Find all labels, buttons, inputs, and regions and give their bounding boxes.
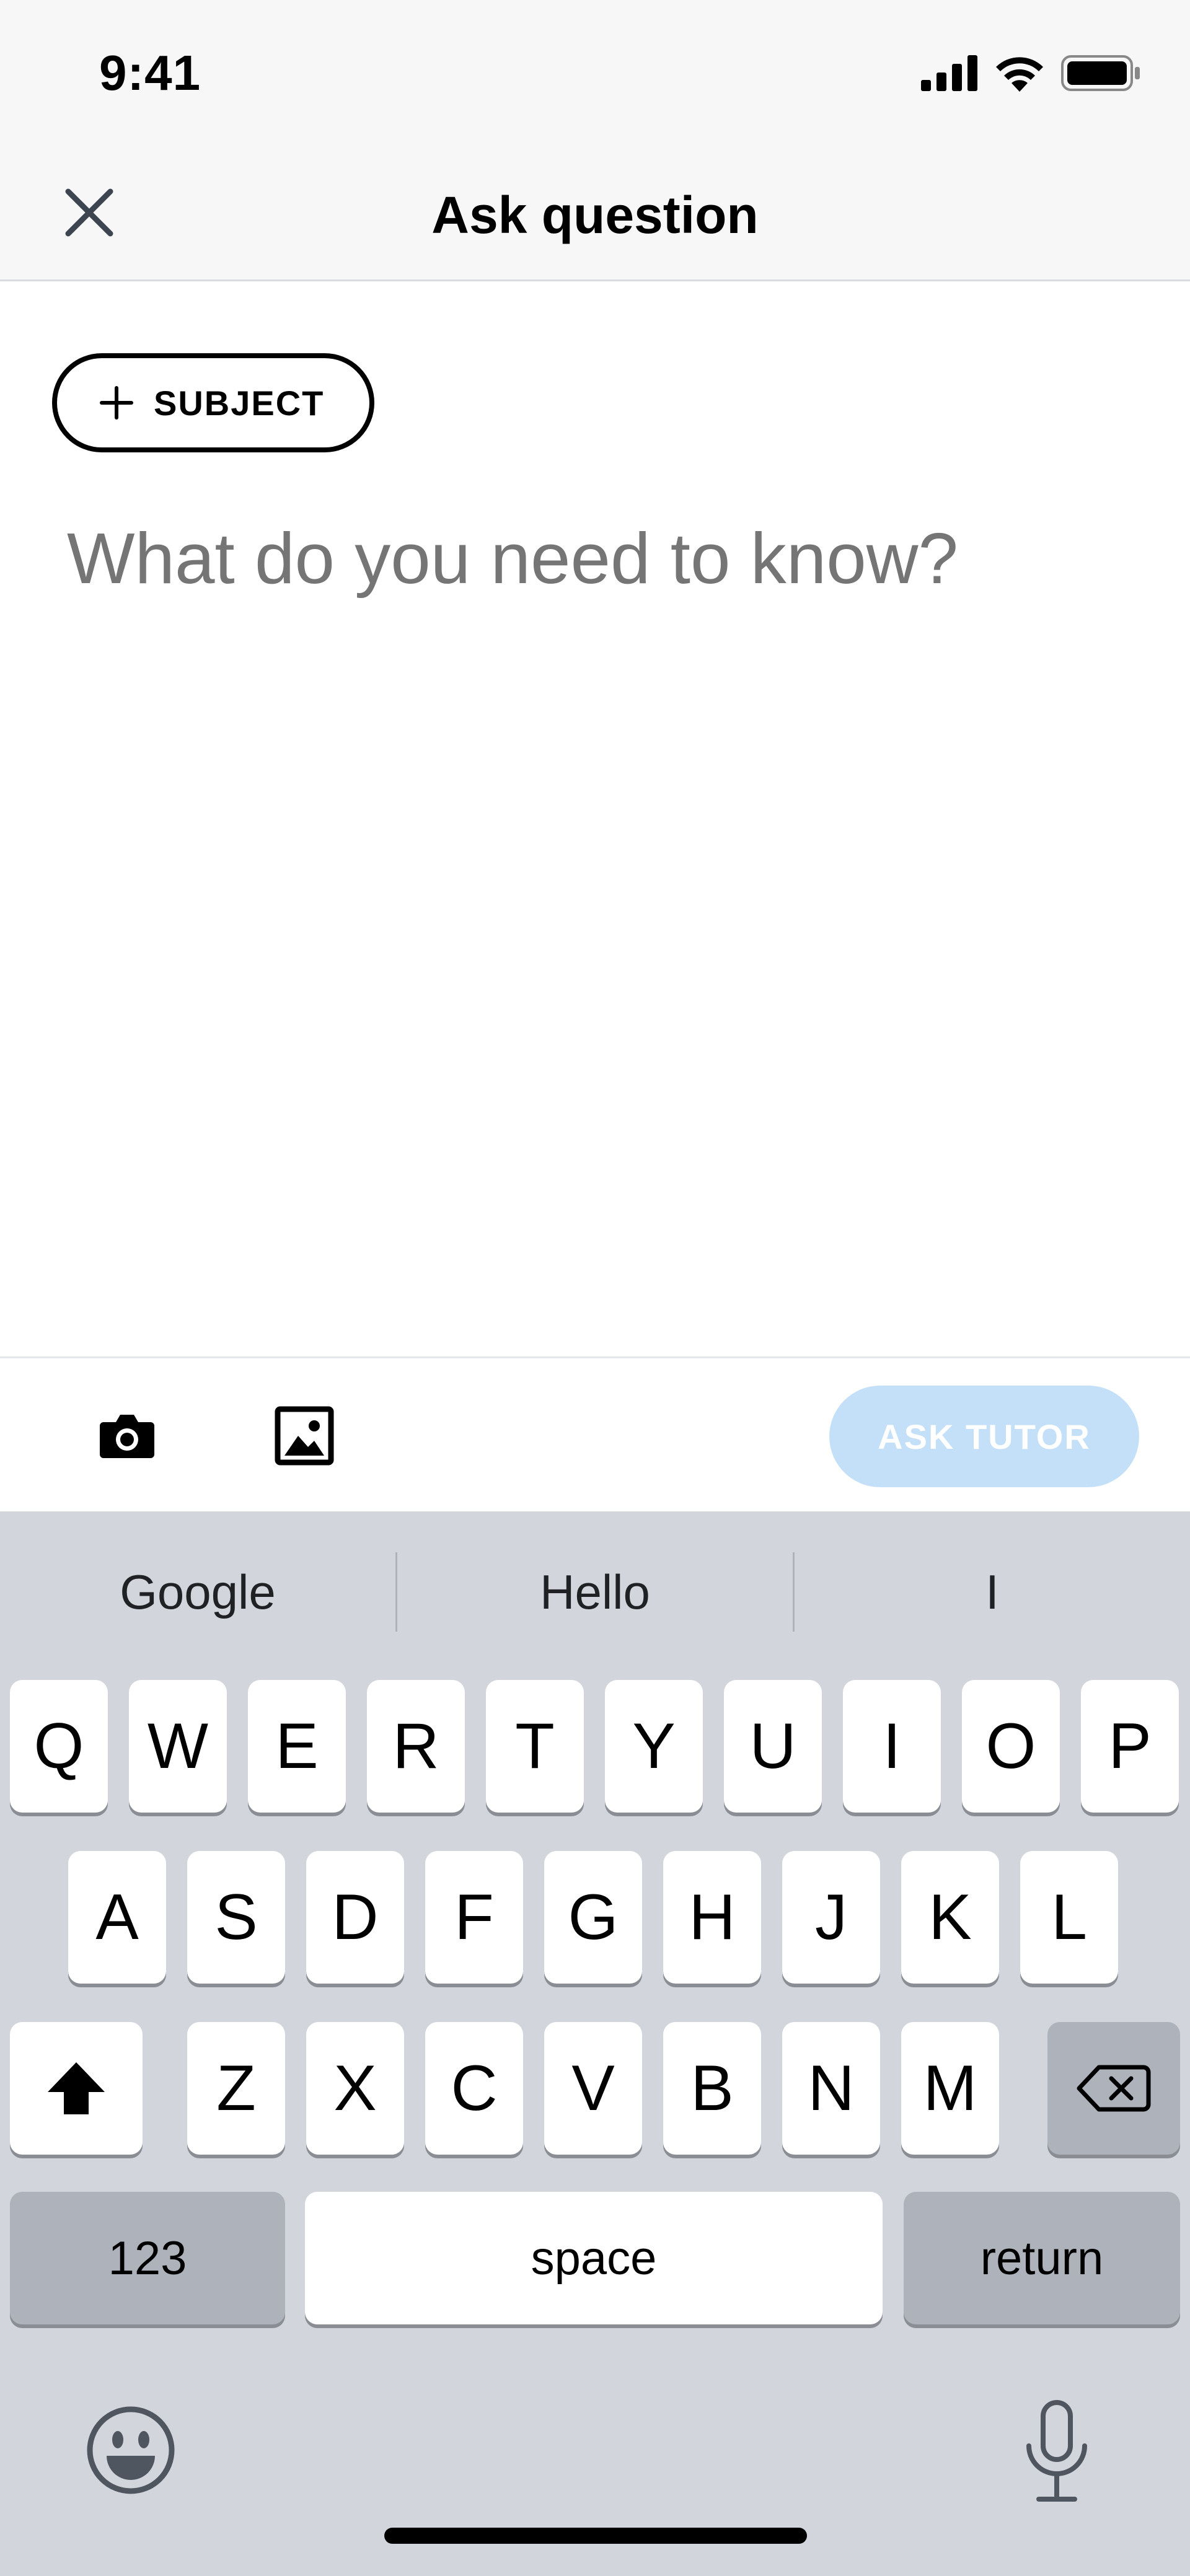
key-h[interactable]: H (663, 1851, 761, 1984)
keyboard: Google Hello I Q W E R T Y U I O P A S D… (0, 1511, 1190, 2576)
gallery-button[interactable] (270, 1402, 338, 1470)
backspace-icon (1077, 2065, 1151, 2112)
key-a[interactable]: A (68, 1851, 166, 1984)
return-key[interactable]: return (904, 2192, 1180, 2324)
suggestion-item[interactable]: Google (0, 1564, 395, 1620)
key-s[interactable]: S (187, 1851, 285, 1984)
header: Ask question (0, 146, 1190, 281)
key-x[interactable]: X (306, 2022, 404, 2155)
key-j[interactable]: J (782, 1851, 880, 1984)
microphone-icon (1026, 2400, 1087, 2502)
subject-button-label: SUBJECT (154, 383, 325, 423)
image-icon (275, 1406, 334, 1466)
key-g[interactable]: G (544, 1851, 642, 1984)
key-n[interactable]: N (782, 2022, 880, 2155)
key-m[interactable]: M (901, 2022, 999, 2155)
battery-icon (1061, 55, 1142, 95)
key-p[interactable]: P (1081, 1680, 1179, 1813)
key-y[interactable]: Y (605, 1680, 703, 1813)
suggestion-bar: Google Hello I (0, 1511, 1190, 1673)
plus-icon (100, 386, 133, 420)
key-v[interactable]: V (544, 2022, 642, 2155)
key-u[interactable]: U (724, 1680, 822, 1813)
key-w[interactable]: W (129, 1680, 227, 1813)
suggestion-item[interactable]: Hello (397, 1564, 793, 1620)
key-r[interactable]: R (367, 1680, 465, 1813)
space-key[interactable]: space (305, 2192, 883, 2324)
status-bar: 9:41 (0, 0, 1190, 146)
key-o[interactable]: O (962, 1680, 1060, 1813)
key-t[interactable]: T (486, 1680, 584, 1813)
key-d[interactable]: D (306, 1851, 404, 1984)
question-input[interactable] (67, 517, 1133, 600)
camera-icon (100, 1415, 154, 1458)
key-k[interactable]: K (901, 1851, 999, 1984)
status-icons (921, 55, 1142, 95)
camera-button[interactable] (93, 1402, 161, 1470)
key-c[interactable]: C (425, 2022, 523, 2155)
key-e[interactable]: E (248, 1680, 346, 1813)
key-i[interactable]: I (843, 1680, 941, 1813)
question-composer: SUBJECT (0, 281, 1190, 1356)
numbers-key[interactable]: 123 (10, 2192, 285, 2324)
shift-icon (48, 2062, 105, 2114)
ask-tutor-button[interactable]: ASK TUTOR (829, 1386, 1139, 1487)
dictation-button[interactable] (1023, 2399, 1091, 2504)
key-b[interactable]: B (663, 2022, 761, 2155)
emoji-icon (87, 2406, 175, 2494)
status-time: 9:41 (99, 45, 201, 100)
page-title: Ask question (431, 186, 759, 244)
add-subject-button[interactable]: SUBJECT (52, 353, 374, 452)
composer-toolbar: ASK TUTOR (0, 1356, 1190, 1511)
delete-key[interactable] (1047, 2022, 1180, 2155)
suggestion-item[interactable]: I (795, 1564, 1190, 1620)
cellular-signal-icon (921, 55, 978, 94)
shift-key[interactable] (10, 2022, 143, 2155)
key-z[interactable]: Z (187, 2022, 285, 2155)
home-indicator (384, 2528, 807, 2544)
key-l[interactable]: L (1020, 1851, 1118, 1984)
key-q[interactable]: Q (10, 1680, 108, 1813)
wifi-icon (994, 55, 1045, 95)
emoji-button[interactable] (84, 2404, 177, 2497)
key-f[interactable]: F (425, 1851, 523, 1984)
